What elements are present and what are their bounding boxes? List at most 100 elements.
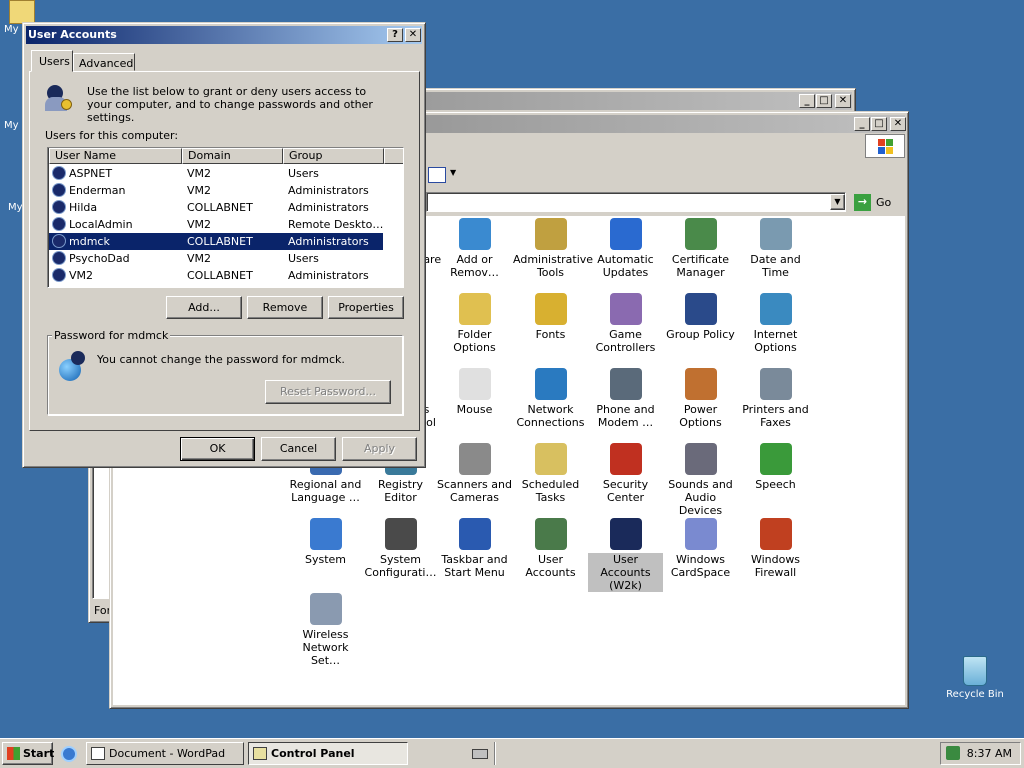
cp-item-administrative-tools[interactable]: Administrative Tools bbox=[513, 218, 593, 279]
user-cell-name: Enderman bbox=[69, 184, 126, 197]
user-row[interactable]: PsychoDad VM2 Users bbox=[49, 250, 383, 267]
quick-launch-ie-icon[interactable] bbox=[61, 746, 77, 762]
maximize-button[interactable]: □ bbox=[871, 117, 887, 131]
start-button[interactable]: Start bbox=[2, 742, 54, 765]
cp-item-system[interactable]: System bbox=[288, 518, 363, 566]
taskbar: Start Document - WordPad Control Panel 8… bbox=[0, 738, 1024, 768]
cp-item-power-options[interactable]: Power Options bbox=[663, 368, 738, 429]
user-row[interactable]: mdmck COLLABNET Administrators bbox=[49, 233, 383, 250]
user-cell-domain: VM2 bbox=[187, 184, 212, 197]
address-bar[interactable] bbox=[426, 192, 846, 212]
user-row[interactable]: VM2 COLLABNET Administrators bbox=[49, 267, 383, 284]
user-icon bbox=[52, 200, 66, 214]
cp-item-scanners-cameras[interactable]: Scanners and Cameras bbox=[437, 443, 512, 504]
close-button[interactable]: ✕ bbox=[405, 28, 421, 42]
cp-item-user-accounts-w2k[interactable]: User Accounts (W2k) bbox=[588, 518, 663, 592]
user-cell-name: PsychoDad bbox=[69, 252, 130, 265]
user-icon bbox=[52, 234, 66, 248]
cp-item-label: System Configurati… bbox=[364, 553, 437, 579]
cp-item-folder-options[interactable]: Folder Options bbox=[437, 293, 512, 354]
user-cell-name: LocalAdmin bbox=[69, 218, 133, 231]
cancel-button[interactable]: Cancel bbox=[261, 437, 336, 461]
properties-button[interactable]: Properties bbox=[328, 296, 404, 319]
cp-item-phone-modem[interactable]: Phone and Modem … bbox=[588, 368, 663, 429]
clock[interactable]: 8:37 AM bbox=[967, 747, 1012, 760]
cp-item-label: Taskbar and Start Menu bbox=[441, 553, 508, 579]
user-cell-domain: COLLABNET bbox=[187, 269, 253, 282]
cp-item-windows-cardspace[interactable]: Windows CardSpace bbox=[663, 518, 738, 579]
add-user-button[interactable]: Add... bbox=[166, 296, 242, 319]
cp-item-label: Registry Editor bbox=[377, 478, 424, 504]
cp-item-internet-options[interactable]: Internet Options bbox=[738, 293, 813, 354]
cp-item-label: Speech bbox=[755, 478, 796, 491]
dialog-title-bar[interactable]: User Accounts bbox=[26, 26, 422, 44]
user-row[interactable]: Enderman VM2 Administrators bbox=[49, 182, 383, 199]
taskbar-button-wordpad[interactable]: Document - WordPad bbox=[86, 742, 244, 765]
cp-item-taskbar-start-menu[interactable]: Taskbar and Start Menu bbox=[437, 518, 512, 579]
column-header-user-name[interactable]: User Name bbox=[49, 148, 182, 164]
maximize-button[interactable]: □ bbox=[816, 94, 832, 108]
cp-item-label: Windows Firewall bbox=[750, 553, 801, 579]
remove-user-button[interactable]: Remove bbox=[247, 296, 323, 319]
user-row[interactable]: Hilda COLLABNET Administrators bbox=[49, 199, 383, 216]
cp-item-sounds-audio[interactable]: Sounds and Audio Devices bbox=[663, 443, 738, 517]
users-list[interactable]: User Name Domain Group ASPNET VM2 Users End… bbox=[47, 147, 404, 288]
column-header-group[interactable]: Group bbox=[283, 148, 384, 164]
ok-button[interactable]: OK bbox=[180, 437, 255, 461]
tab-advanced[interactable]: Advanced bbox=[73, 53, 135, 71]
close-button[interactable]: ✕ bbox=[835, 94, 851, 108]
cp-item-security-center[interactable]: Security Center bbox=[588, 443, 663, 504]
desktop-icon-label: My Documents bbox=[4, 24, 24, 35]
cp-item-label: Sounds and Audio Devices bbox=[668, 478, 733, 517]
network-tray-icon[interactable] bbox=[946, 746, 960, 760]
cp-item-automatic-updates[interactable]: Automatic Updates bbox=[588, 218, 663, 279]
cp-item-printers-faxes[interactable]: Printers and Faxes bbox=[738, 368, 813, 429]
user-accounts-dialog[interactable]: User Accounts ? ✕ Users Advanced Use the… bbox=[22, 22, 426, 468]
cp-item-label: Game Controllers bbox=[595, 328, 656, 354]
cp-item-group-policy[interactable]: Group Policy bbox=[663, 293, 738, 341]
system-icon bbox=[309, 518, 342, 550]
user-accounts-icon bbox=[534, 518, 567, 550]
reset-password-button[interactable]: Reset Password... bbox=[265, 380, 391, 404]
taskbar-button-control-panel[interactable]: Control Panel bbox=[248, 742, 408, 765]
system-configuration-icon bbox=[384, 518, 417, 550]
cp-item-user-accounts[interactable]: User Accounts bbox=[513, 518, 588, 579]
cp-item-wireless-network-setup[interactable]: Wireless Network Set… bbox=[288, 593, 363, 667]
user-cell-group: Administrators bbox=[288, 184, 369, 197]
cp-item-windows-firewall[interactable]: Windows Firewall bbox=[738, 518, 813, 579]
desktop-icon-my-computer[interactable]: My Computer bbox=[4, 120, 24, 131]
tab-users[interactable]: Users bbox=[31, 50, 73, 72]
apply-button[interactable]: Apply bbox=[342, 437, 417, 461]
minimize-button[interactable]: _ bbox=[799, 94, 815, 108]
user-row[interactable]: LocalAdmin VM2 Remote Deskto… bbox=[49, 216, 383, 233]
cp-item-system-configuration[interactable]: System Configurati… bbox=[363, 518, 438, 579]
column-header-domain[interactable]: Domain bbox=[182, 148, 283, 164]
cp-item-certificate-manager[interactable]: Certificate Manager bbox=[663, 218, 738, 279]
go-button[interactable]: → Go bbox=[852, 193, 897, 212]
views-button[interactable]: ▼ bbox=[426, 165, 458, 185]
cp-item-network-connections[interactable]: Network Connections bbox=[513, 368, 588, 429]
desktop-icon-recycle-bin[interactable]: Recycle Bin bbox=[940, 656, 1010, 700]
cp-item-fonts[interactable]: Fonts bbox=[513, 293, 588, 341]
user-row[interactable]: ASPNET VM2 Users bbox=[49, 165, 383, 182]
help-button[interactable]: ? bbox=[387, 28, 403, 42]
windows-logo-icon bbox=[865, 134, 905, 158]
cp-item-label: User Accounts bbox=[525, 553, 576, 579]
taskbar-separator bbox=[494, 742, 496, 765]
address-dropdown-button[interactable]: ▼ bbox=[830, 194, 845, 210]
close-button[interactable]: ✕ bbox=[890, 117, 906, 131]
minimize-button[interactable]: _ bbox=[854, 117, 870, 131]
users-icon bbox=[43, 83, 73, 113]
taskbar-start-menu-icon bbox=[458, 518, 491, 550]
task-label: Control Panel bbox=[271, 747, 355, 760]
cp-item-date-time[interactable]: Date and Time bbox=[738, 218, 813, 279]
keyboard-icon[interactable] bbox=[472, 749, 488, 759]
task-label: Document - WordPad bbox=[109, 747, 226, 760]
views-icon bbox=[428, 167, 446, 183]
cp-item-add-remove-programs[interactable]: Add or Remov… bbox=[437, 218, 512, 279]
cp-item-scheduled-tasks[interactable]: Scheduled Tasks bbox=[513, 443, 588, 504]
cp-item-speech[interactable]: Speech bbox=[738, 443, 813, 491]
cp-item-mouse[interactable]: Mouse bbox=[437, 368, 512, 416]
cp-item-game-controllers[interactable]: Game Controllers bbox=[588, 293, 663, 354]
cp-item-label: Certificate Manager bbox=[671, 253, 730, 279]
